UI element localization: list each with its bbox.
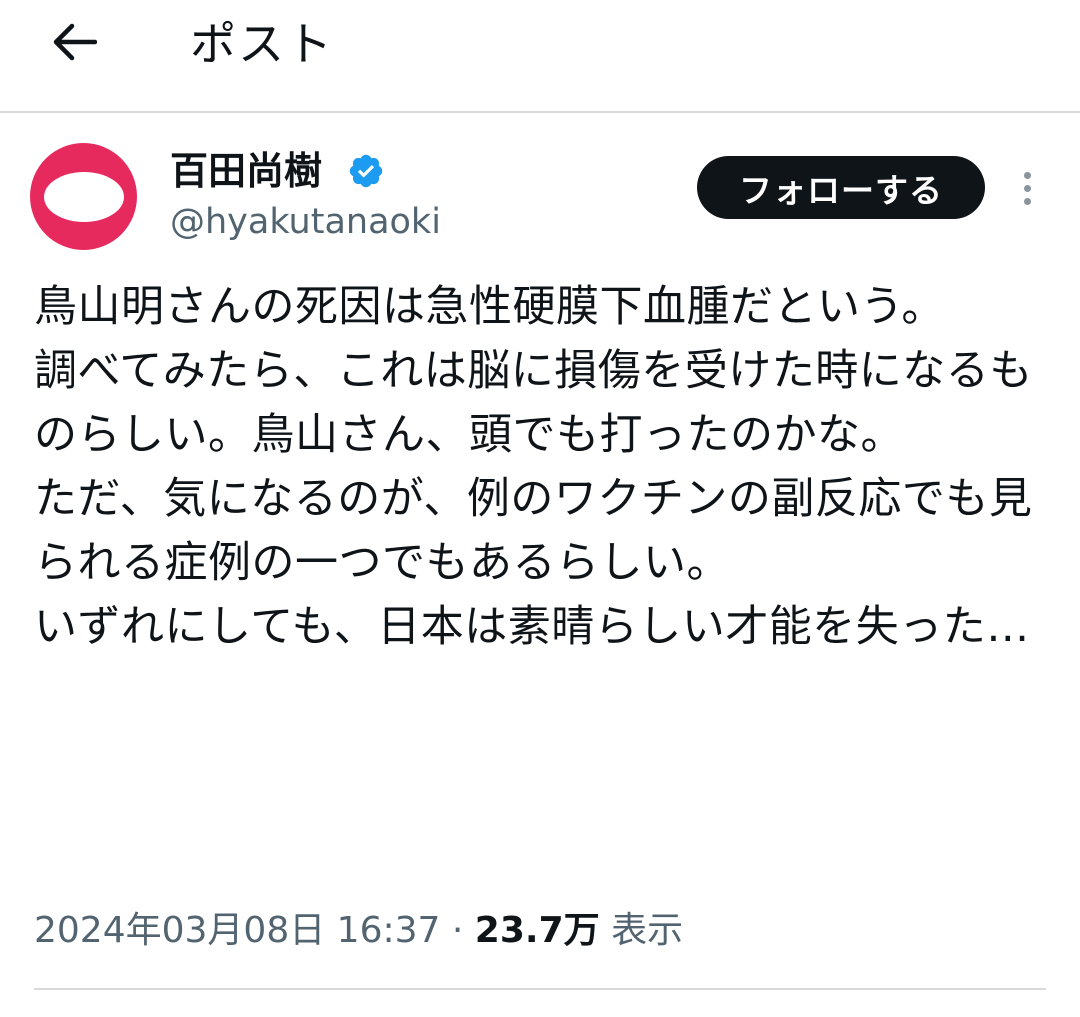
- avatar-mark: [43, 171, 124, 222]
- views-label: 表示: [611, 910, 684, 951]
- more-vertical-icon-dot: [1023, 197, 1031, 205]
- page-title: ポスト: [190, 17, 334, 71]
- more-options-button[interactable]: [1010, 163, 1044, 213]
- tweet-meta: 2024年03月08日 16:37 · 23.7万 表示: [34, 901, 683, 961]
- more-vertical-icon: [1023, 171, 1031, 179]
- views-count: 23.7万: [474, 910, 600, 951]
- avatar[interactable]: [30, 143, 137, 250]
- post-detail-page: ポスト 百田尚樹 @hyakutanaoki フォローする 鳥山明さんの死因は急…: [0, 0, 1080, 1017]
- author-display-name[interactable]: 百田尚樹: [170, 145, 322, 197]
- divider: [34, 988, 1046, 990]
- back-button[interactable]: [44, 12, 104, 72]
- tweet-text: 鳥山明さんの死因は急性硬膜下血腫だという。 調べてみたら、これは脳に損傷を受けた…: [34, 282, 1033, 652]
- more-vertical-icon-dot: [1023, 184, 1031, 192]
- verified-badge-icon: [349, 154, 383, 188]
- meta-separator: ·: [451, 910, 464, 951]
- follow-button[interactable]: フォローする: [697, 156, 985, 219]
- timestamp[interactable]: 2024年03月08日 16:37: [34, 910, 440, 951]
- arrow-left-icon: [53, 23, 97, 61]
- author-handle[interactable]: @hyakutanaoki: [170, 197, 441, 247]
- top-bar: ポスト: [0, 0, 1080, 113]
